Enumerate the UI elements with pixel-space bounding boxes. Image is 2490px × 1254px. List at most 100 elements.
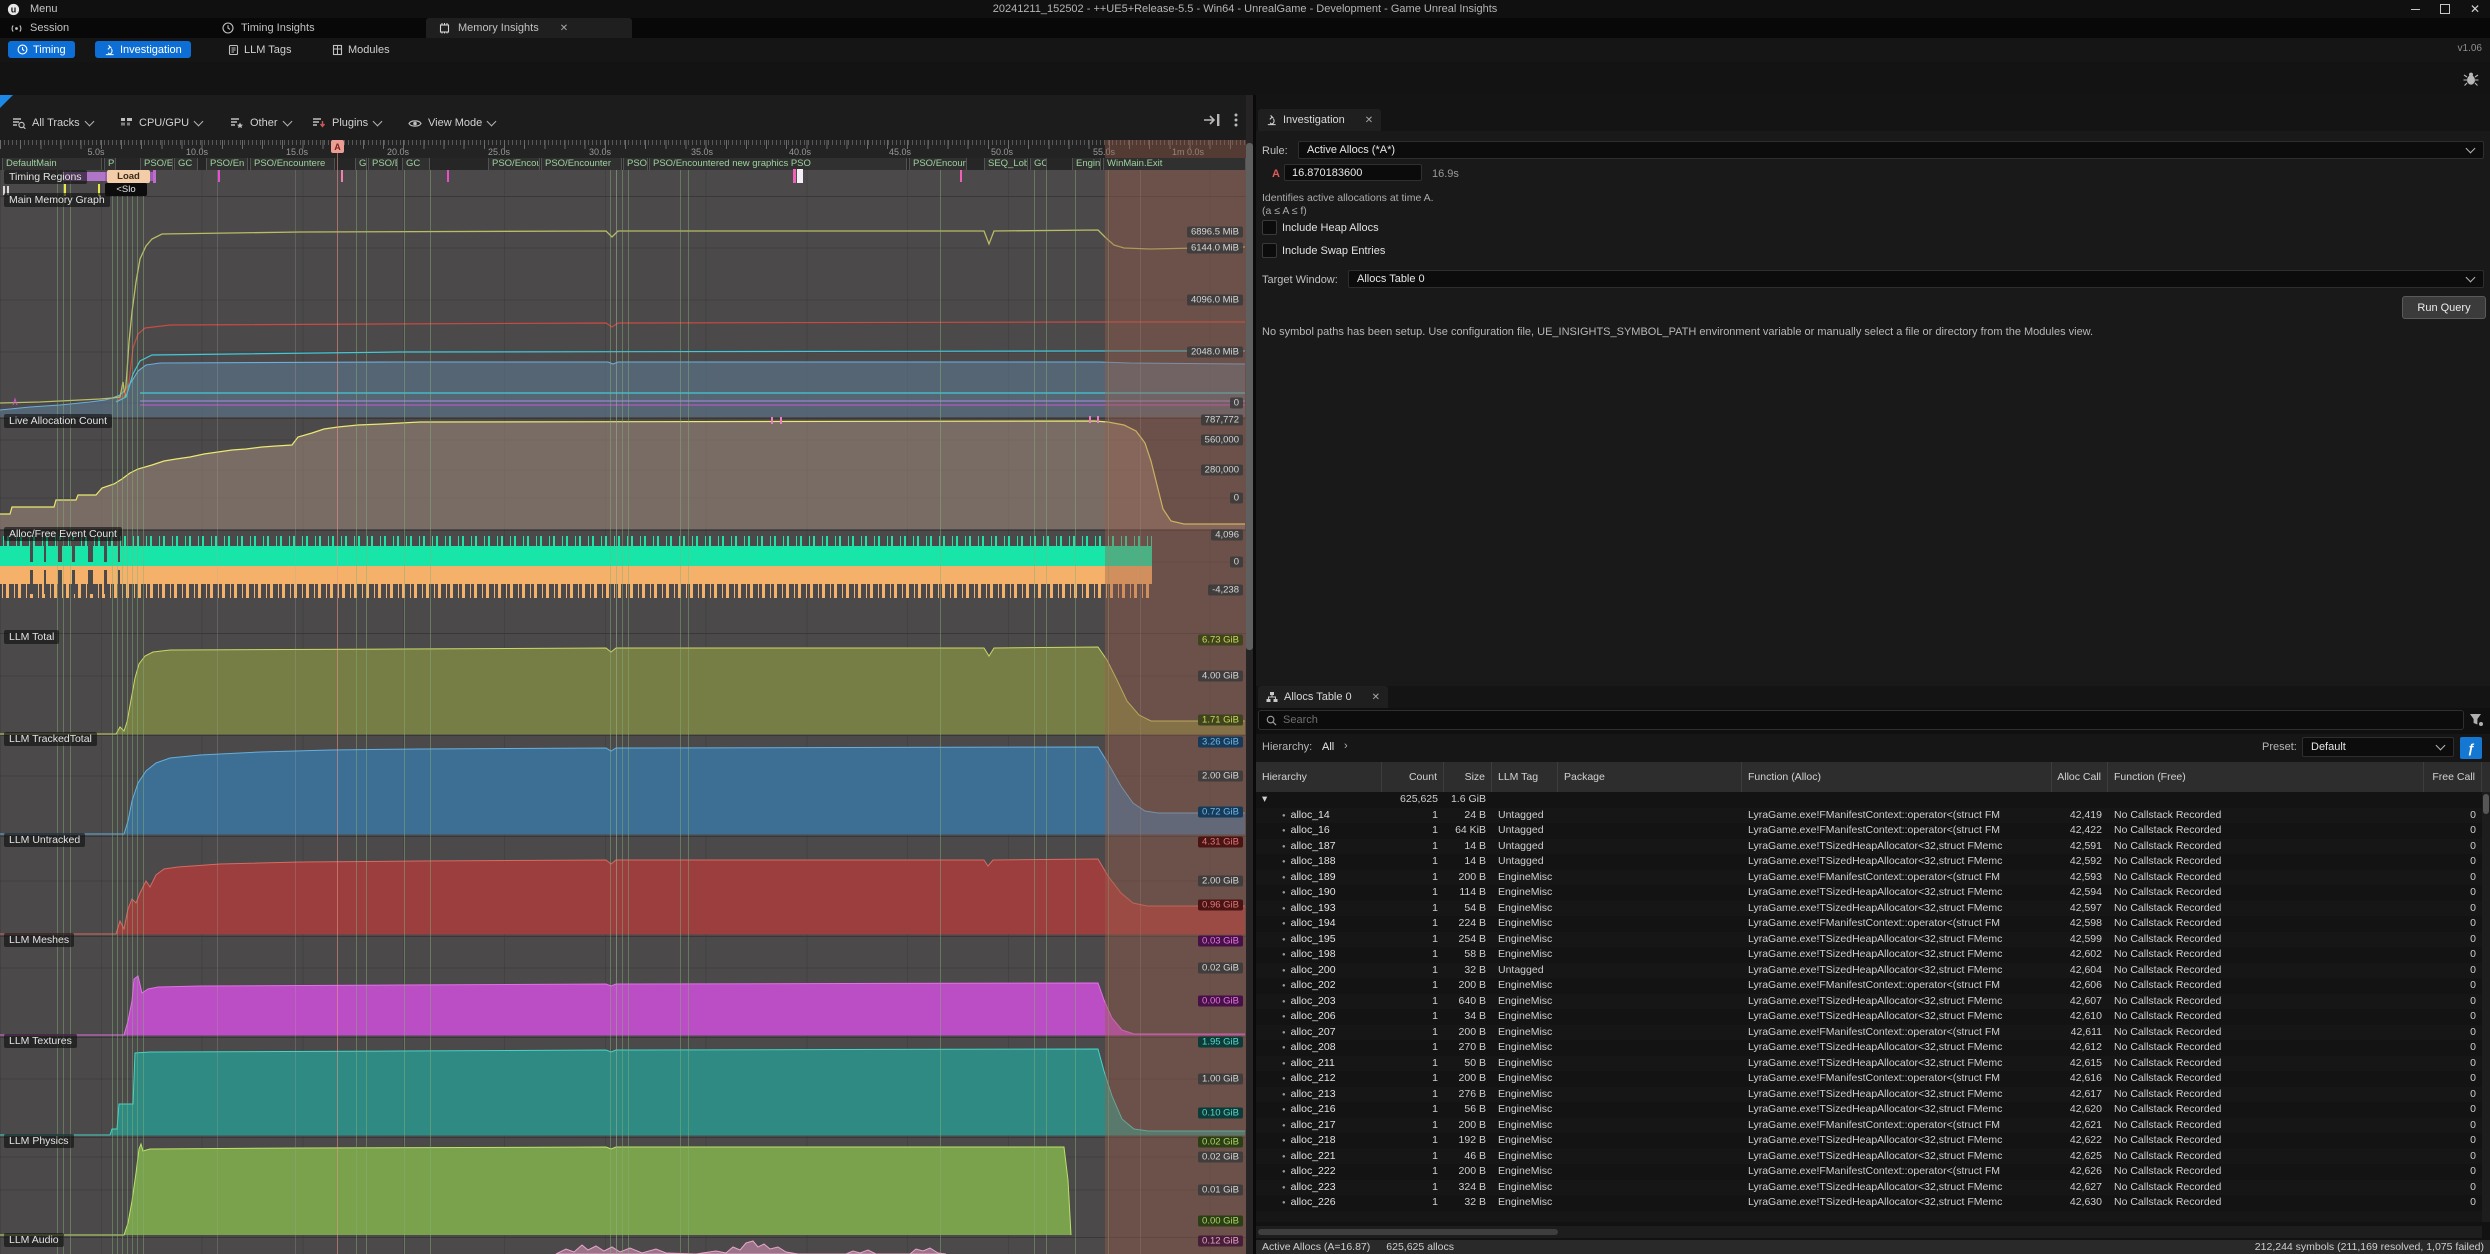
scrollbar-thumb[interactable] — [2483, 794, 2489, 814]
table-row[interactable]: ●alloc_211150 BEngineMiscLyraGame.exe!TS… — [1256, 1056, 2482, 1072]
table-row[interactable]: ●alloc_2171200 BEngineMiscLyraGame.exe!F… — [1256, 1118, 2482, 1134]
table-row[interactable]: ●alloc_2181192 BEngineMiscLyraGame.exe!T… — [1256, 1133, 2482, 1149]
timing-mode-button[interactable]: Timing — [8, 41, 75, 58]
table-row[interactable]: ●alloc_2081270 BEngineMiscLyraGame.exe!T… — [1256, 1040, 2482, 1056]
track-label[interactable]: LLM Audio — [4, 1233, 64, 1247]
table-vertical-scrollbar[interactable] — [2482, 792, 2490, 1222]
table-row[interactable]: ●alloc_1951254 BEngineMiscLyraGame.exe!T… — [1256, 932, 2482, 948]
column-header-llm-tag[interactable]: LLM Tag — [1492, 762, 1558, 792]
hierarchy-breadcrumb[interactable]: All — [1322, 741, 1334, 753]
column-header-function-alloc-[interactable]: Function (Alloc) — [1742, 762, 2052, 792]
track-label[interactable]: LLM Textures — [4, 1034, 77, 1048]
close-button[interactable]: ✕ — [2460, 0, 2490, 18]
track-label[interactable]: Main Memory Graph — [4, 193, 110, 207]
tab-session[interactable]: Session — [10, 18, 69, 38]
frame-segment[interactable]: G — [355, 158, 367, 170]
other-tracks-dropdown[interactable]: Other — [230, 108, 291, 138]
frame-segment[interactable]: PSO/Encountere — [250, 158, 335, 170]
tab-allocs-table[interactable]: Allocs Table 0 ✕ — [1258, 686, 1388, 708]
track-label[interactable]: LLM TrackedTotal — [4, 732, 97, 746]
table-row[interactable]: ●alloc_200132 BUntaggedLyraGame.exe!TSiz… — [1256, 963, 2482, 979]
table-row[interactable]: ●alloc_14124 BUntaggedLyraGame.exe!FMani… — [1256, 808, 2482, 824]
filter-icon[interactable] — [2469, 713, 2484, 727]
frame-segment[interactable]: GC — [1030, 158, 1047, 170]
frame-segment[interactable]: PSO/Encountered new graphics PSO — [649, 158, 907, 170]
table-row[interactable]: ●alloc_16164 KiBUntaggedLyraGame.exe!FMa… — [1256, 823, 2482, 839]
bug-report-icon[interactable] — [2462, 70, 2480, 88]
frame-segment[interactable]: P — [104, 158, 116, 170]
table-row[interactable]: ●alloc_206134 BEngineMiscLyraGame.exe!TS… — [1256, 1009, 2482, 1025]
function-format-button[interactable]: ƒ — [2460, 737, 2482, 759]
table-row-total[interactable]: ▾ All (625,625)625,6251.6 GiB — [1256, 792, 2482, 808]
tab-timing-insights[interactable]: Timing Insights — [222, 18, 315, 38]
table-row[interactable]: ●alloc_2071200 BEngineMiscLyraGame.exe!F… — [1256, 1025, 2482, 1041]
time-a-input[interactable]: 16.870183600 — [1284, 164, 1422, 181]
frame-segment[interactable]: WinMain.Exit — [1103, 158, 1246, 170]
cpu-gpu-dropdown[interactable]: CPU/GPU — [120, 108, 202, 138]
tracks-scrollbar-thumb[interactable] — [1246, 143, 1253, 650]
close-tab-icon[interactable]: ✕ — [560, 23, 568, 34]
column-header-function-free-[interactable]: Function (Free) — [2108, 762, 2424, 792]
search-input[interactable]: Search — [1258, 710, 2464, 730]
column-header-size[interactable]: Size — [1444, 762, 1492, 792]
track-label[interactable]: Live Allocation Count — [4, 414, 112, 428]
column-header-free-call[interactable]: Free Call — [2424, 762, 2482, 792]
maximize-button[interactable] — [2430, 0, 2460, 18]
table-row[interactable]: ●alloc_1891200 BEngineMiscLyraGame.exe!F… — [1256, 870, 2482, 886]
table-row[interactable]: ●alloc_1941224 BEngineMiscLyraGame.exe!F… — [1256, 916, 2482, 932]
frame-segment[interactable]: PSO/Encou — [488, 158, 540, 170]
frame-segment[interactable]: GC — [174, 158, 198, 170]
auto-scroll-icon[interactable] — [1202, 112, 1222, 128]
track-options-icon[interactable] — [1233, 112, 1239, 128]
table-row[interactable]: ●alloc_2231324 BEngineMiscLyraGame.exe!T… — [1256, 1180, 2482, 1196]
include-heap-allocs-checkbox[interactable] — [1262, 220, 1277, 235]
include-swap-entries-checkbox[interactable] — [1262, 243, 1277, 258]
rule-dropdown[interactable]: Active Allocs (*A*) — [1298, 141, 2484, 159]
track-label[interactable]: LLM Physics — [4, 1134, 74, 1148]
frames-track[interactable]: DefaultMainPPSO/EGCPSO/EnPSO/EncountereG… — [0, 158, 1246, 170]
track-label[interactable]: LLM Meshes — [4, 933, 74, 947]
table-row[interactable]: ●alloc_2021200 BEngineMiscLyraGame.exe!F… — [1256, 978, 2482, 994]
close-tab-icon[interactable]: ✕ — [1372, 692, 1380, 703]
table-row[interactable]: ●alloc_216156 BEngineMiscLyraGame.exe!TS… — [1256, 1102, 2482, 1118]
frame-segment[interactable]: PSO/E — [140, 158, 173, 170]
tab-investigation[interactable]: Investigation ✕ — [1258, 109, 1381, 131]
all-tracks-dropdown[interactable]: All Tracks — [12, 108, 93, 138]
frame-segment[interactable]: PSO/E — [368, 158, 398, 170]
scrollbar-thumb[interactable] — [1258, 1229, 1558, 1235]
timing-region-slo[interactable]: <Slo — [105, 183, 147, 196]
investigation-mode-button[interactable]: Investigation — [95, 41, 191, 58]
minimize-button[interactable] — [2400, 0, 2430, 18]
column-header-count[interactable]: Count — [1382, 762, 1444, 792]
frame-segment[interactable]: Engin — [1072, 158, 1101, 170]
memory-graphs[interactable] — [0, 158, 1246, 1254]
table-row[interactable]: ●alloc_2031640 BEngineMiscLyraGame.exe!T… — [1256, 994, 2482, 1010]
tab-memory-insights[interactable]: Memory Insights ✕ — [426, 18, 632, 38]
table-row[interactable]: ●alloc_226132 BEngineMiscLyraGame.exe!TS… — [1256, 1195, 2482, 1211]
table-row[interactable]: ●alloc_221146 BEngineMiscLyraGame.exe!TS… — [1256, 1149, 2482, 1165]
view-mode-dropdown[interactable]: View Mode — [408, 108, 495, 138]
table-row[interactable]: ●alloc_2121200 BEngineMiscLyraGame.exe!F… — [1256, 1071, 2482, 1087]
table-row[interactable]: ●alloc_1901114 BEngineMiscLyraGame.exe!T… — [1256, 885, 2482, 901]
table-horizontal-scrollbar[interactable] — [1256, 1226, 2482, 1238]
plugins-dropdown[interactable]: Plugins — [312, 108, 381, 138]
frame-segment[interactable]: PSO — [623, 158, 648, 170]
table-row[interactable]: ●alloc_188114 BUntaggedLyraGame.exe!TSiz… — [1256, 854, 2482, 870]
table-row[interactable]: ●alloc_2221200 BEngineMiscLyraGame.exe!F… — [1256, 1164, 2482, 1180]
table-row[interactable]: ●alloc_198158 BEngineMiscLyraGame.exe!TS… — [1256, 947, 2482, 963]
target-window-dropdown[interactable]: Allocs Table 0 — [1348, 270, 2484, 288]
menu-button[interactable]: Menu — [30, 3, 58, 15]
close-tab-icon[interactable]: ✕ — [1365, 115, 1373, 126]
frame-segment[interactable]: DefaultMain — [2, 158, 102, 170]
timing-region-load[interactable]: Load — [107, 170, 150, 183]
column-header-alloc-call[interactable]: Alloc Call — [2052, 762, 2108, 792]
run-query-button[interactable]: Run Query — [2402, 296, 2486, 319]
llm-tags-button[interactable]: LLM Tags — [222, 41, 298, 58]
modules-button[interactable]: Modules — [326, 41, 396, 58]
frame-segment[interactable]: PSO/En — [206, 158, 248, 170]
table-row[interactable]: ●alloc_187114 BUntaggedLyraGame.exe!TSiz… — [1256, 839, 2482, 855]
preset-dropdown[interactable]: Default — [2302, 737, 2454, 757]
frame-segment[interactable]: PSO/Encounter — [541, 158, 622, 170]
frame-segment[interactable]: PSO/Encount — [909, 158, 967, 170]
time-marker-a[interactable]: A — [331, 140, 344, 153]
